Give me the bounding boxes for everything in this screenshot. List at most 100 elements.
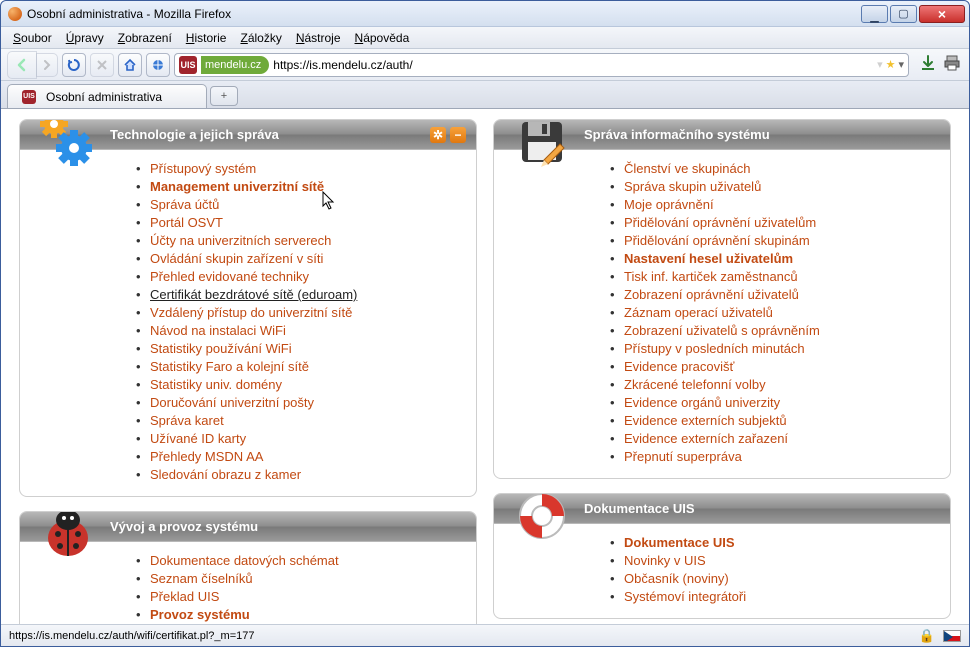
stop-button[interactable]: [90, 53, 114, 77]
link[interactable]: Zobrazení uživatelů s oprávněním: [624, 323, 820, 338]
link[interactable]: Statistiky univ. domény: [150, 377, 282, 392]
link[interactable]: Systémoví integrátoři: [624, 589, 746, 604]
url-bar[interactable]: UIS mendelu.cz ▾ ★ ▾: [174, 53, 909, 77]
link[interactable]: Záznam operací uživatelů: [624, 305, 773, 320]
link[interactable]: Evidence externích subjektů: [624, 413, 787, 428]
list-item: Moje oprávnění: [624, 196, 932, 214]
url-dropdown-icon[interactable]: ▾: [898, 58, 904, 71]
feed-icon[interactable]: ▾: [877, 58, 883, 71]
panel-title: Správa informačního systému: [584, 127, 770, 142]
menubar: SouborÚpravyZobrazeníHistorieZáložkyNást…: [1, 27, 969, 49]
window-maximize-button[interactable]: ▢: [890, 5, 917, 23]
list-item: Správa účtů: [150, 196, 458, 214]
link-list: Přístupový systém Management univerzitní …: [20, 150, 476, 496]
link[interactable]: Přístupový systém: [150, 161, 256, 176]
forward-button[interactable]: [36, 53, 58, 77]
menu-historie[interactable]: Historie: [180, 29, 233, 47]
list-item: Evidence pracovišť: [624, 358, 932, 376]
panel-sprava: Správa informačního systému Členství ve …: [493, 119, 951, 479]
link[interactable]: Překlad UIS: [150, 589, 219, 604]
list-item: Překlad UIS: [150, 588, 458, 606]
list-item: Přidělování oprávnění uživatelům: [624, 214, 932, 232]
url-input[interactable]: [273, 58, 873, 72]
back-button[interactable]: [7, 51, 37, 79]
link[interactable]: Statistiky používání WiFi: [150, 341, 292, 356]
download-icon[interactable]: [919, 54, 937, 75]
new-tab-button[interactable]: +: [210, 86, 238, 106]
list-item: Přístupy v posledních minutách: [624, 340, 932, 358]
list-item: Seznam číselníků: [150, 570, 458, 588]
link[interactable]: Dokumentace datových schémat: [150, 553, 339, 568]
list-item: Záznam operací uživatelů: [624, 304, 932, 322]
menu-nástroje[interactable]: Nástroje: [290, 29, 347, 47]
panel-collapse-button[interactable]: −: [450, 127, 466, 143]
link[interactable]: Moje oprávnění: [624, 197, 714, 212]
link[interactable]: Portál OSVT: [150, 215, 223, 230]
window-minimize-button[interactable]: ▁: [861, 5, 888, 23]
link[interactable]: Přehled evidované techniky: [150, 269, 309, 284]
flag-cz-icon[interactable]: [943, 630, 961, 642]
list-item: Občasník (noviny): [624, 570, 932, 588]
bookmark-globe-button[interactable]: [146, 53, 170, 77]
link[interactable]: Nastavení hesel uživatelům: [624, 251, 793, 266]
print-icon[interactable]: [943, 54, 961, 75]
menu-soubor[interactable]: Soubor: [7, 29, 58, 47]
link[interactable]: Přidělování oprávnění uživatelům: [624, 215, 816, 230]
list-item: Zobrazení oprávnění uživatelů: [624, 286, 932, 304]
list-item: Návod na instalaci WiFi: [150, 322, 458, 340]
link[interactable]: Zkrácené telefonní volby: [624, 377, 766, 392]
tab-favicon: UIS: [22, 90, 36, 104]
menu-nápověda[interactable]: Nápověda: [349, 29, 416, 47]
link[interactable]: Správa účtů: [150, 197, 219, 212]
link[interactable]: Sledování obrazu z kamer: [150, 467, 301, 482]
list-item: Portál OSVT: [150, 214, 458, 232]
list-item: Užívané ID karty: [150, 430, 458, 448]
menu-úpravy[interactable]: Úpravy: [60, 29, 110, 47]
site-identity-badge[interactable]: mendelu.cz: [201, 56, 269, 74]
link[interactable]: Přidělování oprávnění skupinám: [624, 233, 810, 248]
link[interactable]: Evidence orgánů univerzity: [624, 395, 780, 410]
link[interactable]: Tisk inf. kartiček zaměstnanců: [624, 269, 798, 284]
link[interactable]: Certifikát bezdrátové sítě (eduroam): [150, 287, 357, 302]
list-item: Nastavení hesel uživatelům: [624, 250, 932, 268]
window-close-button[interactable]: ×: [919, 5, 965, 23]
link[interactable]: Návod na instalaci WiFi: [150, 323, 286, 338]
link[interactable]: Vzdálený přístup do univerzitní sítě: [150, 305, 352, 320]
link[interactable]: Management univerzitní sítě: [150, 179, 324, 194]
link[interactable]: Přehledy MSDN AA: [150, 449, 263, 464]
panel-dokumentace: Dokumentace UIS Dokumentace UIS Novinky v…: [493, 493, 951, 619]
link[interactable]: Přepnutí superpráva: [624, 449, 742, 464]
link[interactable]: Správa skupin uživatelů: [624, 179, 761, 194]
panel-settings-button[interactable]: ✲: [430, 127, 446, 143]
link[interactable]: Členství ve skupinách: [624, 161, 750, 176]
panel-title: Dokumentace UIS: [584, 501, 695, 516]
link[interactable]: Zobrazení oprávnění uživatelů: [624, 287, 799, 302]
site-identity-icon[interactable]: UIS: [179, 56, 197, 74]
firefox-icon: [7, 6, 23, 22]
link[interactable]: Dokumentace UIS: [624, 535, 735, 550]
gears-icon: [40, 119, 96, 170]
link[interactable]: Provoz systému: [150, 607, 250, 622]
link[interactable]: Seznam číselníků: [150, 571, 253, 586]
link[interactable]: Užívané ID karty: [150, 431, 246, 446]
link[interactable]: Správa karet: [150, 413, 224, 428]
home-button[interactable]: [118, 53, 142, 77]
reload-button[interactable]: [62, 53, 86, 77]
browser-window: Osobní administrativa - Mozilla Firefox …: [0, 0, 970, 647]
link[interactable]: Novinky v UIS: [624, 553, 706, 568]
link[interactable]: Přístupy v posledních minutách: [624, 341, 805, 356]
menu-zobrazení[interactable]: Zobrazení: [112, 29, 178, 47]
link[interactable]: Doručování univerzitní pošty: [150, 395, 314, 410]
bookmark-star-icon[interactable]: ★: [886, 58, 896, 71]
link[interactable]: Evidence pracovišť: [624, 359, 734, 374]
link[interactable]: Evidence externích zařazení: [624, 431, 788, 446]
list-item: Přidělování oprávnění skupinám: [624, 232, 932, 250]
link[interactable]: Účty na univerzitních serverech: [150, 233, 331, 248]
link[interactable]: Občasník (noviny): [624, 571, 729, 586]
menu-záložky[interactable]: Záložky: [234, 29, 287, 47]
list-item: Členství ve skupinách: [624, 160, 932, 178]
link[interactable]: Ovládání skupin zařízení v síti: [150, 251, 323, 266]
list-item: Novinky v UIS: [624, 552, 932, 570]
tab-active[interactable]: UIS Osobní administrativa: [7, 84, 207, 108]
link[interactable]: Statistiky Faro a kolejní sítě: [150, 359, 309, 374]
